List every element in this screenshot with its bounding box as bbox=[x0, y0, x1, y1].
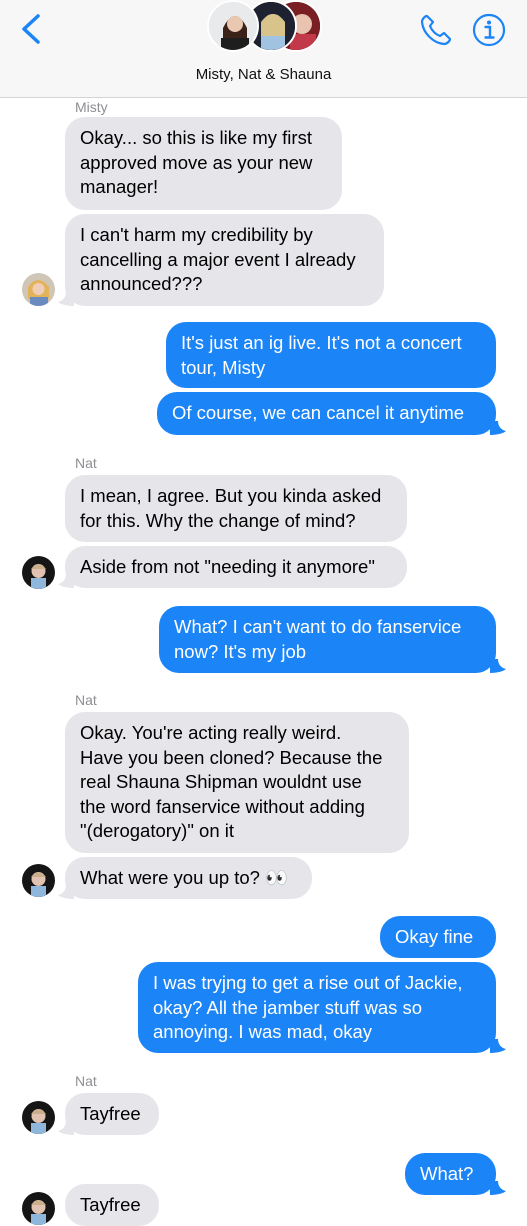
group-avatars[interactable] bbox=[207, 0, 322, 55]
message-list[interactable]: Misty Okay... so this is like my first a… bbox=[0, 98, 527, 1226]
message-bubble-incoming[interactable]: Tayfree bbox=[65, 1093, 159, 1135]
sender-name: Misty bbox=[75, 99, 108, 115]
avatar bbox=[22, 273, 55, 306]
phone-icon[interactable] bbox=[418, 12, 454, 48]
message-bubble-incoming[interactable]: Aside from not "needing it anymore" bbox=[65, 546, 407, 588]
message-bubble-outgoing[interactable]: Of course, we can cancel it anytime bbox=[157, 392, 496, 435]
avatar bbox=[22, 1101, 55, 1134]
avatar bbox=[22, 1192, 55, 1225]
bubble-tail bbox=[58, 1121, 74, 1135]
bubble-tail bbox=[490, 659, 506, 673]
avatar bbox=[22, 556, 55, 589]
sender-name: Nat bbox=[75, 455, 97, 471]
message-bubble-incoming[interactable]: What were you up to? 👀 bbox=[65, 857, 312, 899]
info-icon[interactable] bbox=[471, 12, 507, 48]
message-bubble-outgoing[interactable]: Okay fine bbox=[380, 916, 496, 958]
avatar bbox=[22, 864, 55, 897]
message-bubble-outgoing[interactable]: It's just an ig live. It's not a concert… bbox=[166, 322, 496, 388]
bubble-tail bbox=[490, 1039, 506, 1053]
message-bubble-incoming[interactable]: Okay. You're acting really weird. Have y… bbox=[65, 712, 409, 853]
bubble-tail bbox=[490, 1181, 506, 1195]
sender-name: Nat bbox=[75, 692, 97, 708]
conversation-header: Misty, Nat & Shauna bbox=[0, 0, 527, 98]
message-bubble-outgoing[interactable]: What? I can't want to do fanservice now?… bbox=[159, 606, 496, 673]
message-bubble-outgoing[interactable]: I was tryjng to get a rise out of Jackie… bbox=[138, 962, 496, 1053]
message-bubble-outgoing[interactable]: What? bbox=[405, 1153, 496, 1195]
message-bubble-incoming[interactable]: I can't harm my credibility by cancellin… bbox=[65, 214, 384, 306]
bubble-tail bbox=[490, 421, 506, 435]
sender-name: Nat bbox=[75, 1073, 97, 1089]
message-bubble-incoming[interactable]: Tayfree bbox=[65, 1184, 159, 1226]
avatar bbox=[207, 0, 259, 52]
conversation-title[interactable]: Misty, Nat & Shauna bbox=[0, 66, 527, 83]
bubble-tail bbox=[58, 885, 74, 899]
bubble-tail bbox=[58, 292, 74, 306]
message-bubble-incoming[interactable]: Okay... so this is like my first approve… bbox=[65, 117, 342, 210]
bubble-tail bbox=[58, 574, 74, 588]
chevron-left-icon[interactable] bbox=[14, 12, 48, 46]
message-bubble-incoming[interactable]: I mean, I agree. But you kinda asked for… bbox=[65, 475, 407, 542]
